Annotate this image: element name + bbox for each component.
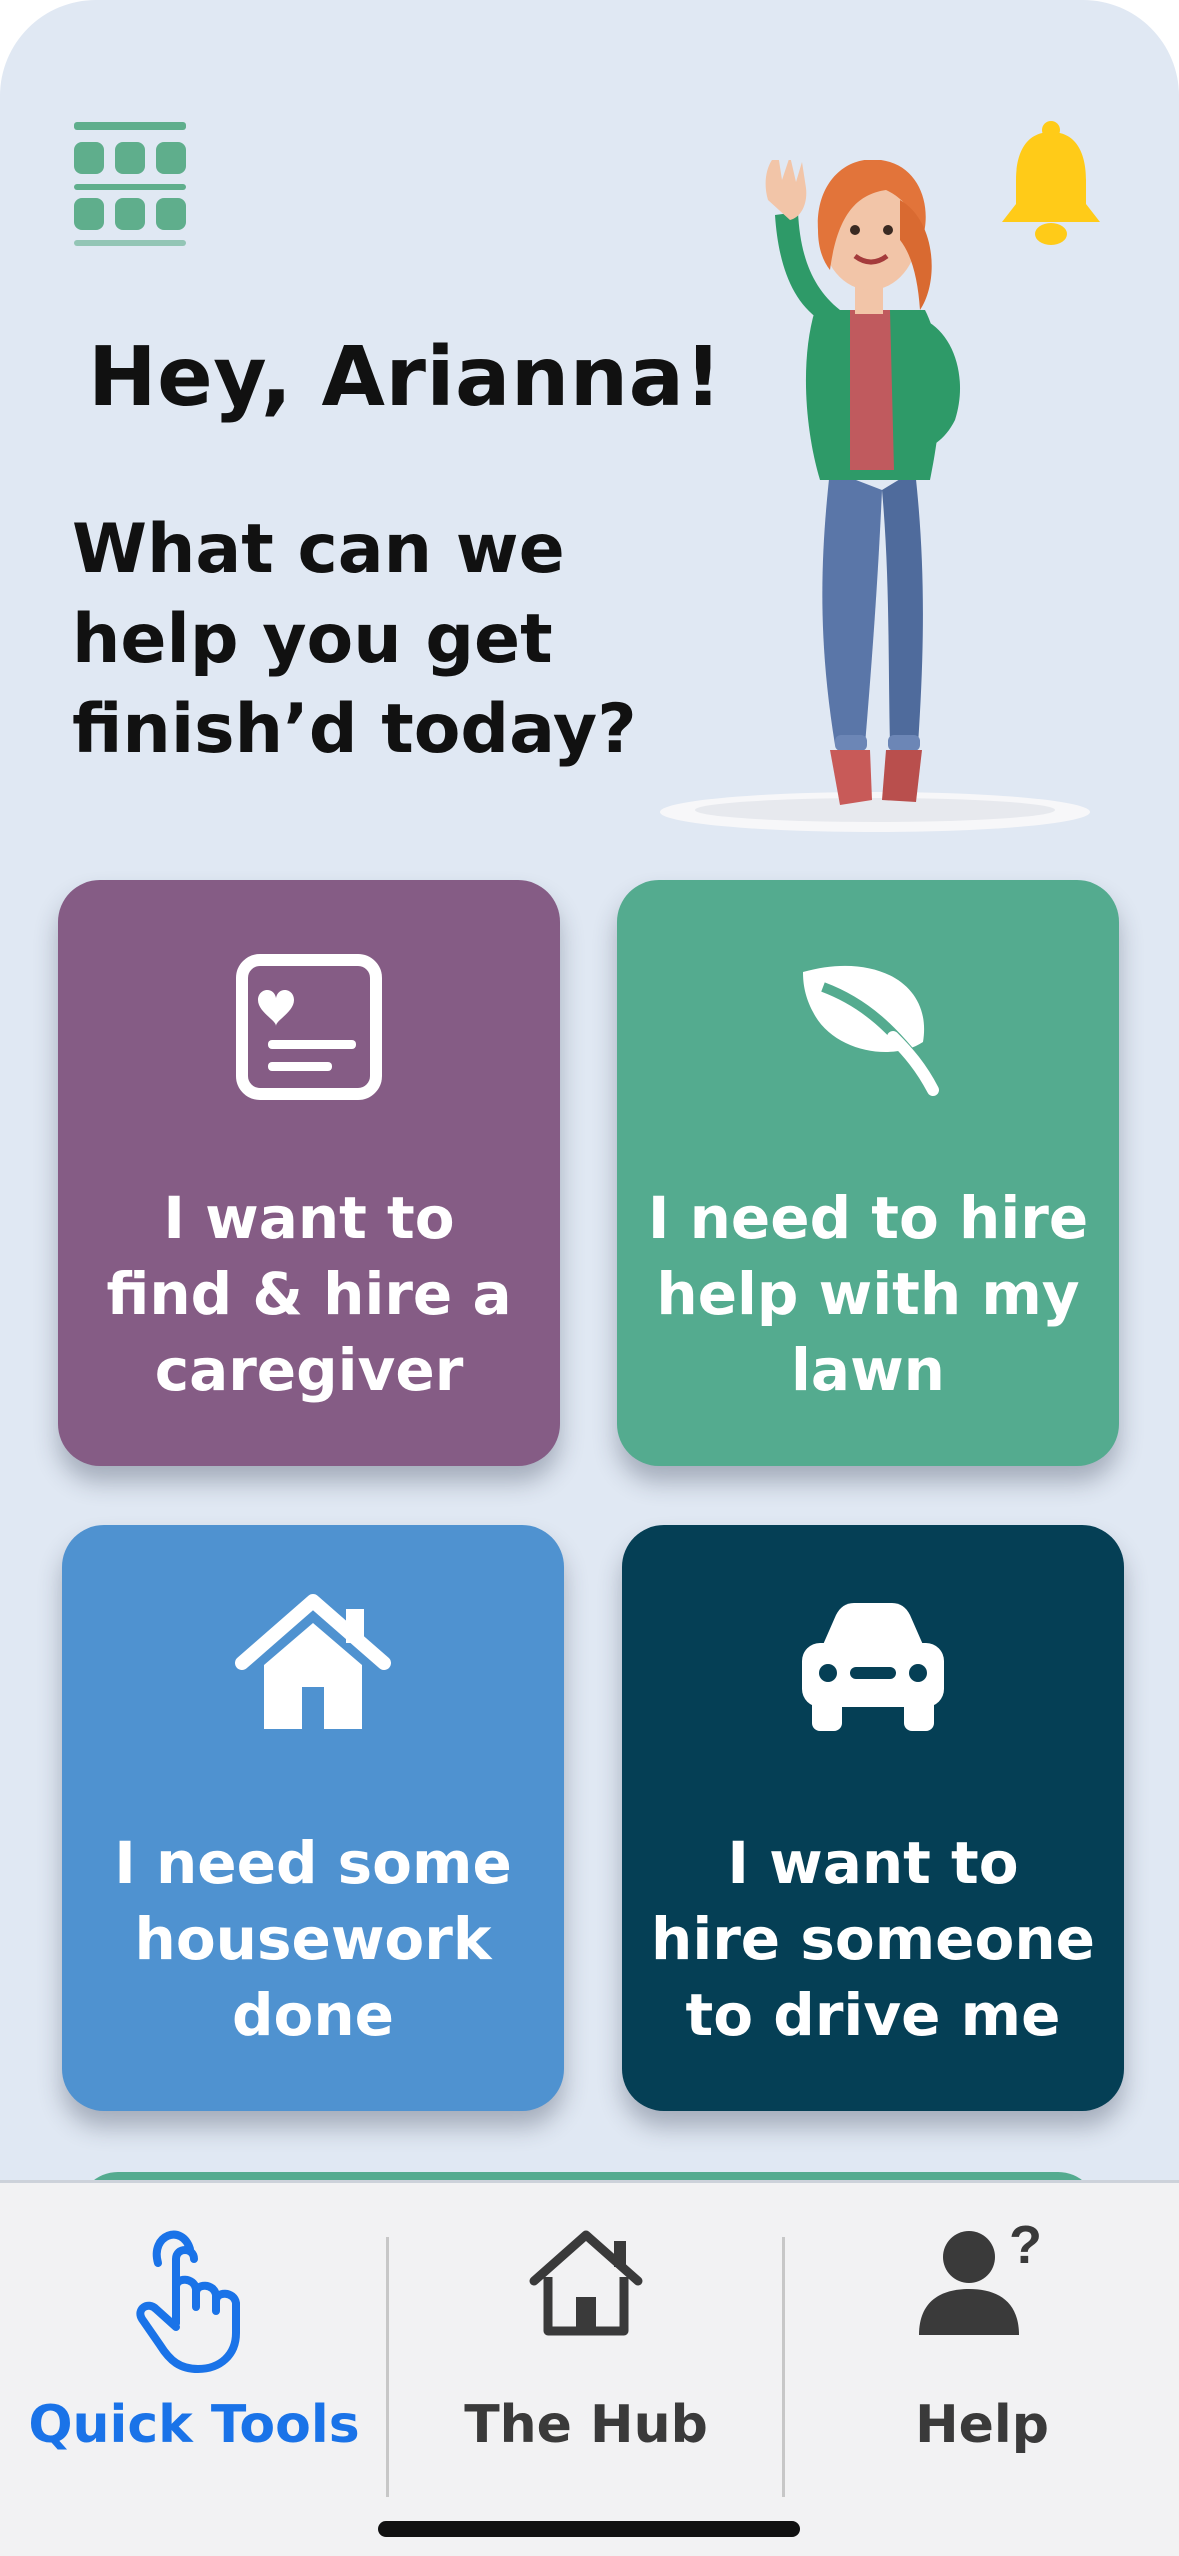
avatar-illustration bbox=[650, 154, 1100, 840]
tab-label: Help bbox=[915, 2395, 1049, 2455]
tab-label: The Hub bbox=[464, 2395, 708, 2455]
car-icon bbox=[788, 1587, 958, 1757]
house-icon bbox=[228, 1587, 398, 1757]
grid-menu-icon[interactable] bbox=[74, 122, 186, 248]
house-outline-icon bbox=[526, 2223, 646, 2347]
tab-help[interactable]: ? Help bbox=[785, 2183, 1179, 2483]
lawn-tile[interactable]: I need to hire help with my lawn bbox=[617, 880, 1119, 1466]
bottom-tab-bar: Quick Tools The Hub ? Help bbox=[0, 2180, 1179, 2556]
svg-text:?: ? bbox=[1009, 2223, 1042, 2275]
greeting-title: Hey, Arianna! bbox=[88, 330, 723, 425]
caregiver-tile[interactable]: I want to find & hire a caregiver bbox=[58, 880, 560, 1466]
tab-label: Quick Tools bbox=[28, 2395, 360, 2455]
housework-tile[interactable]: I need some housework done bbox=[62, 1525, 564, 2111]
tile-label: I need to hire help with my lawn bbox=[647, 1184, 1089, 1404]
tile-label: I want to find & hire a caregiver bbox=[106, 1184, 512, 1404]
caregiver-card-icon bbox=[224, 942, 394, 1112]
home-indicator bbox=[378, 2521, 800, 2537]
tile-label: I need some housework done bbox=[114, 1829, 512, 2049]
tile-label: I want to hire someone to drive me bbox=[651, 1829, 1095, 2049]
tab-quick-tools[interactable]: Quick Tools bbox=[0, 2183, 388, 2483]
driver-tile[interactable]: I want to hire someone to drive me bbox=[622, 1525, 1124, 2111]
leaf-icon bbox=[783, 942, 953, 1112]
help-prompt: What can we help you get finish’d today? bbox=[72, 510, 637, 769]
user-question-icon: ? bbox=[917, 2215, 1047, 2347]
tab-the-hub[interactable]: The Hub bbox=[389, 2183, 783, 2483]
tap-hand-icon bbox=[124, 2223, 264, 2377]
home-screen: Hey, Arianna! What can we help you get f… bbox=[0, 0, 1179, 2556]
